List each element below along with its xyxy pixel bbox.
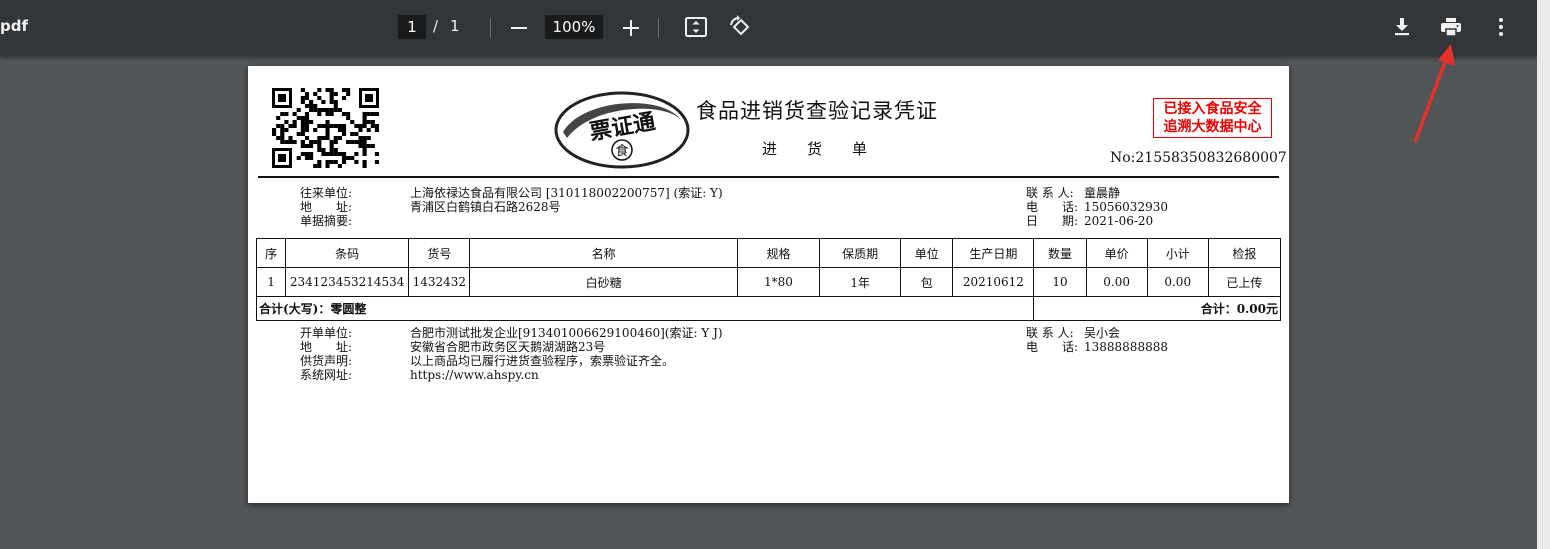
partner-phone-label: 电 话: (1026, 200, 1079, 214)
partner-date-label: 日 期: (1026, 214, 1079, 228)
partner-contact-value: 童晨静 (1084, 186, 1121, 200)
table-cell: 白砂糖 (469, 267, 738, 297)
table-cell: 1 (255, 267, 287, 297)
partner-contact-info: 联 系 人: 童晨静 电 话: 15056032930 日 期: 2021-06-20 (1026, 186, 1168, 228)
print-button[interactable] (1438, 14, 1464, 40)
current-page-input[interactable]: 1 (398, 15, 426, 39)
total-amount: 合计：0.00元 (1033, 296, 1281, 321)
partner-summary-label: 单据摘要: (300, 214, 353, 228)
document-page: 票证通 食 食品进销货查验记录凭证 进 货 单 已接入食品安全 追溯大数据中心 … (248, 66, 1289, 503)
document-title: pdf (0, 17, 29, 35)
partner-unit-value: 上海依禄达食品有限公司 [310118002200757] (索证: Y) (410, 186, 723, 200)
column-header: 名称 (469, 238, 738, 268)
partner-info: 往来单位: 上海依禄达食品有限公司 [310118002200757] (索证: … (300, 186, 723, 228)
toolbar-divider (658, 18, 659, 38)
more-actions-button[interactable] (1488, 14, 1514, 40)
table-cell: 包 (900, 267, 954, 297)
issuer-info: 开单单位: 合肥市测试批发企业[913401006629100460](索证: Y… (300, 326, 723, 382)
traceability-stamp: 已接入食品安全 追溯大数据中心 (1153, 98, 1272, 138)
column-header: 生产日期 (952, 238, 1035, 268)
issuer-statement-label: 供货声明: (300, 354, 353, 368)
column-header: 检报 (1207, 238, 1282, 268)
rotate-button[interactable] (728, 14, 754, 40)
issuer-address-label: 地 址: (300, 340, 353, 354)
annotation-arrow (1413, 44, 1455, 143)
issuer-contact-label: 联 系 人: (1026, 326, 1074, 340)
column-header: 单价 (1085, 238, 1148, 268)
items-table: 序 条码 货号 名称 规格 保质期 单位 生产日期 数量 单价 小计 检报 1 … (255, 238, 1282, 321)
column-header: 货号 (408, 238, 471, 268)
table-cell: 1*80 (736, 267, 821, 297)
issuer-contact-info: 联 系 人: 吴小会 电 话: 13888888888 (1026, 326, 1168, 354)
more-vert-icon (1499, 18, 1503, 36)
stamp-line-1: 已接入食品安全 (1163, 101, 1262, 117)
issuer-unit-label: 开单单位: (300, 326, 353, 340)
issuer-statement-value: 以上商品均已履行进货查验程序，索票验证齐全。 (410, 354, 675, 368)
table-cell: 1432432 (408, 267, 471, 297)
partner-address-label: 地 址: (300, 200, 353, 214)
scrollbar-track[interactable] (1537, 0, 1550, 549)
column-header: 规格 (736, 238, 821, 268)
table-cell: 0.00 (1085, 267, 1148, 297)
column-header: 小计 (1146, 238, 1209, 268)
issuer-phone-label: 电 话: (1026, 340, 1079, 354)
column-header: 条码 (285, 238, 410, 268)
fit-page-icon (685, 17, 707, 37)
table-cell: 0.00 (1146, 267, 1209, 297)
partner-date-value: 2021-06-20 (1084, 214, 1154, 228)
pdf-viewer-toolbar: pdf 1 / 1 100% (0, 0, 1537, 56)
partner-address-value: 青浦区白鹤镇白石路2628号 (410, 200, 561, 214)
column-header: 数量 (1033, 238, 1087, 268)
partner-phone-value: 15056032930 (1084, 200, 1168, 214)
table-total-row: 合计(大写)：零圆整 合计：0.00元 (255, 296, 1281, 321)
issuer-contact-value: 吴小会 (1084, 326, 1121, 340)
document-subtitle: 进 货 单 (762, 140, 868, 158)
issuer-website-label: 系统网址: (300, 368, 353, 382)
issuer-website-value: https://www.ahspy.cn (410, 368, 539, 382)
column-header: 保质期 (819, 238, 902, 268)
total-in-words: 合计(大写)：零圆整 (255, 296, 1035, 321)
rotate-icon (730, 15, 750, 36)
zoom-level-input[interactable]: 100% (545, 15, 603, 39)
issuer-phone-value: 13888888888 (1084, 340, 1168, 354)
partner-contact-label: 联 系 人: (1026, 186, 1074, 200)
zoom-out-button[interactable] (508, 12, 530, 42)
table-row: 1 234123453214534 1432432 白砂糖 1*80 1年 包 … (255, 267, 1282, 297)
partner-unit-label: 往来单位: (300, 186, 353, 200)
table-cell: 1年 (819, 267, 902, 297)
document-number: No:21558350832680007 (1110, 150, 1287, 166)
page-separator: / (433, 17, 439, 35)
column-header: 单位 (900, 238, 954, 268)
header-rule (258, 176, 1279, 178)
table-header-row: 序 条码 货号 名称 规格 保质期 单位 生产日期 数量 单价 小计 检报 (255, 238, 1282, 268)
issuer-unit-value: 合肥市测试批发企业[913401006629100460](索证: Y J) (410, 326, 723, 340)
toolbar-divider (490, 18, 491, 38)
column-header: 序 (255, 238, 287, 268)
qr-code (272, 88, 379, 168)
table-cell: 20210612 (952, 267, 1035, 297)
document-title-heading: 食品进销货查验记录凭证 (696, 99, 938, 123)
piaozhengtong-logo: 票证通 食 (554, 91, 690, 169)
stamp-line-2: 追溯大数据中心 (1163, 119, 1262, 135)
total-pages: 1 (450, 17, 460, 35)
table-cell: 234123453214534 (285, 267, 410, 297)
print-icon (1441, 18, 1461, 37)
table-cell: 10 (1033, 267, 1087, 297)
logo-char: 食 (615, 143, 628, 159)
fit-page-button[interactable] (683, 14, 709, 40)
issuer-address-value: 安徽省合肥市政务区天鹅湖湖路23号 (410, 340, 606, 354)
download-icon (1395, 18, 1409, 36)
table-cell: 已上传 (1207, 267, 1282, 297)
download-button[interactable] (1389, 14, 1415, 40)
zoom-in-button[interactable] (620, 12, 642, 42)
